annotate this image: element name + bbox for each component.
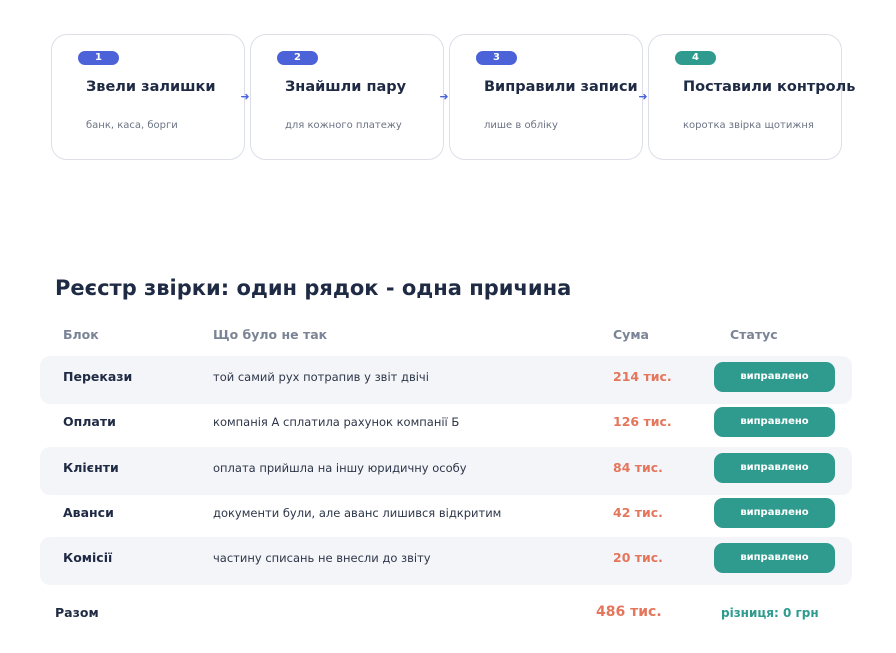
step-subtitle: коротка звірка щотижня bbox=[683, 120, 814, 131]
table-row: Комісії частину списань не внесли до зві… bbox=[40, 537, 852, 585]
row-sum: 84 тис. bbox=[613, 460, 663, 475]
step-title: Поставили контроль bbox=[683, 79, 856, 95]
table-row: Оплати компанія А сплатила рахунок компа… bbox=[40, 401, 852, 449]
row-sum: 42 тис. bbox=[613, 505, 663, 520]
table-row: Клієнти оплата прийшла на іншу юридичну … bbox=[40, 447, 852, 495]
step-number-badge: 4 bbox=[675, 51, 716, 65]
row-sum: 20 тис. bbox=[613, 550, 663, 565]
step-number-badge: 2 bbox=[277, 51, 318, 65]
table-row: Аванси документи були, але аванс лишився… bbox=[40, 492, 852, 540]
table-row: Перекази той самий рух потрапив у звіт д… bbox=[40, 356, 852, 404]
process-steps: 1 Звели залишки банк, каса, борги ➜ 2 Зн… bbox=[0, 0, 896, 200]
step-title: Виправили записи bbox=[484, 79, 638, 95]
row-issue: частину списань не внесли до звіту bbox=[213, 551, 431, 565]
step-subtitle: лише в обліку bbox=[484, 120, 558, 131]
row-issue: компанія А сплатила рахунок компанії Б bbox=[213, 415, 460, 429]
column-header-sum: Сума bbox=[613, 327, 649, 342]
step-subtitle: банк, каса, борги bbox=[86, 120, 178, 131]
step-title: Знайшли пару bbox=[285, 79, 407, 95]
step-card-3: 3 Виправили записи лише в обліку bbox=[449, 34, 643, 160]
column-header-block: Блок bbox=[63, 327, 99, 342]
status-badge[interactable]: виправлено bbox=[714, 407, 835, 437]
column-header-status: Статус bbox=[730, 327, 778, 342]
row-block: Клієнти bbox=[63, 460, 119, 475]
step-number-badge: 1 bbox=[78, 51, 119, 65]
row-issue: той самий рух потрапив у звіт двічі bbox=[213, 370, 429, 384]
row-block: Перекази bbox=[63, 369, 133, 384]
row-issue: оплата прийшла на іншу юридичну особу bbox=[213, 461, 467, 475]
status-badge[interactable]: виправлено bbox=[714, 543, 835, 573]
status-badge[interactable]: виправлено bbox=[714, 498, 835, 528]
row-sum: 214 тис. bbox=[613, 369, 672, 384]
step-card-4: 4 Поставили контроль коротка звірка щоти… bbox=[648, 34, 855, 160]
row-sum: 126 тис. bbox=[613, 414, 672, 429]
row-issue: документи були, але аванс лишився відкри… bbox=[213, 506, 502, 520]
row-block: Аванси bbox=[63, 505, 114, 520]
register-title: Реєстр звірки: один рядок - одна причина bbox=[55, 276, 572, 300]
column-header-issue: Що було не так bbox=[213, 327, 328, 342]
row-block: Оплати bbox=[63, 414, 116, 429]
total-difference: різниця: 0 грн bbox=[721, 606, 819, 620]
step-card-2: 2 Знайшли пару для кожного платежу bbox=[250, 34, 444, 160]
step-card-1: 1 Звели залишки банк, каса, борги bbox=[51, 34, 245, 160]
status-badge[interactable]: виправлено bbox=[714, 453, 835, 483]
row-block: Комісії bbox=[63, 550, 113, 565]
step-subtitle: для кожного платежу bbox=[285, 120, 402, 131]
total-sum: 486 тис. bbox=[596, 604, 662, 620]
step-title: Звели залишки bbox=[86, 79, 216, 95]
total-label: Разом bbox=[55, 605, 99, 620]
status-badge[interactable]: виправлено bbox=[714, 362, 835, 392]
step-number-badge: 3 bbox=[476, 51, 517, 65]
